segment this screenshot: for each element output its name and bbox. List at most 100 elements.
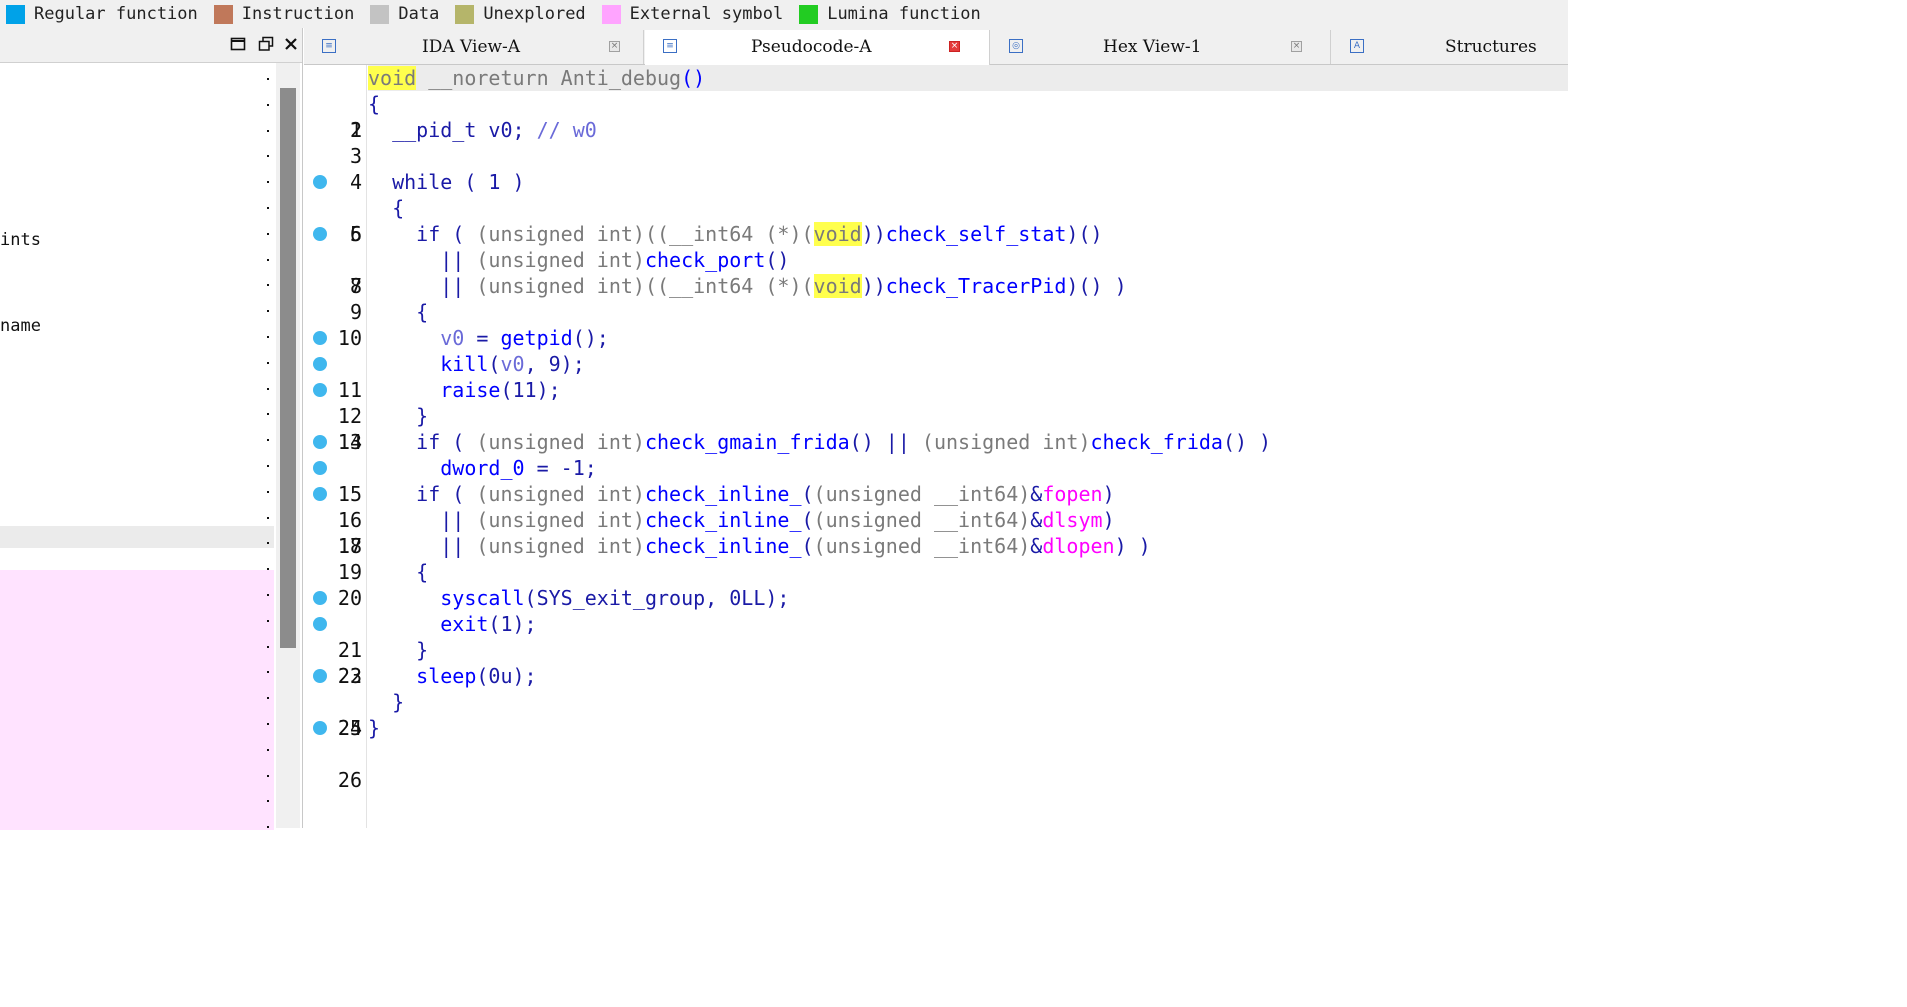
code-text[interactable]: || (unsigned int)check_port() bbox=[368, 247, 789, 273]
tab-close-icon[interactable]: × bbox=[949, 41, 960, 52]
pseudocode-editor[interactable]: 1 void __noreturn Anti_debug() 2 { 3 __p… bbox=[304, 65, 1568, 828]
legend-label: External symbol bbox=[629, 4, 784, 24]
code-line[interactable]: 9 || (unsigned int)((__int64 (*)(void))c… bbox=[304, 273, 1568, 324]
selected-row-highlight[interactable] bbox=[0, 526, 274, 548]
tab-hex-view-1[interactable]: ◎ Hex View-1 × bbox=[991, 30, 1331, 64]
code-line[interactable]: 11 v0 = getpid(); bbox=[304, 325, 1568, 402]
code-text[interactable]: __pid_t v0; // w0 bbox=[368, 117, 597, 143]
breakpoint-dot-icon[interactable] bbox=[313, 175, 327, 189]
code-line[interactable]: 4 bbox=[304, 143, 1568, 194]
breakpoint-dot-icon[interactable] bbox=[313, 357, 327, 371]
code-token: () || bbox=[849, 430, 922, 454]
code-line[interactable]: 1 void __noreturn Anti_debug() bbox=[304, 65, 1568, 142]
function-call: check_gmain_frida bbox=[644, 430, 850, 454]
function-call: raise bbox=[440, 378, 501, 402]
code-line[interactable]: 5 while ( 1 ) bbox=[304, 169, 1568, 246]
breakpoint-dot-icon[interactable] bbox=[313, 435, 327, 449]
code-text[interactable]: v0 = getpid(); bbox=[368, 325, 609, 351]
code-line[interactable]: 26 } bbox=[304, 715, 1568, 792]
breakpoint-dot-icon[interactable] bbox=[313, 669, 327, 683]
breakpoint-dot-icon[interactable] bbox=[313, 721, 327, 735]
tab-close-icon[interactable]: × bbox=[1291, 41, 1302, 52]
code-text[interactable]: { bbox=[368, 195, 404, 221]
code-line[interactable]: 14 } bbox=[304, 403, 1568, 454]
truncation-dot bbox=[267, 542, 269, 545]
code-line[interactable]: 17 if ( (unsigned int)check_inline_((uns… bbox=[304, 481, 1568, 558]
truncation-dot bbox=[267, 619, 269, 622]
breakpoint-dot-icon[interactable] bbox=[313, 383, 327, 397]
code-text[interactable]: if ( (unsigned int)((__int64 (*)(void))c… bbox=[368, 221, 1103, 247]
truncation-dot bbox=[267, 697, 269, 700]
code-line[interactable]: 13 raise(11); bbox=[304, 377, 1568, 454]
code-text[interactable]: if ( (unsigned int)check_inline_((unsign… bbox=[368, 481, 1114, 507]
code-text[interactable]: { bbox=[368, 299, 428, 325]
breakpoint-dot-icon[interactable] bbox=[313, 227, 327, 241]
pseudocode-icon: ≡ bbox=[663, 39, 677, 53]
truncation-dot bbox=[267, 181, 269, 184]
code-text[interactable]: while ( 1 ) bbox=[368, 169, 524, 195]
code-text[interactable]: } bbox=[368, 715, 380, 741]
breakpoint-dot-icon[interactable] bbox=[313, 487, 327, 501]
code-line[interactable]: 21 syscall(SYS_exit_group, 0LL); bbox=[304, 585, 1568, 662]
code-line[interactable]: 12 kill(v0, 9); bbox=[304, 351, 1568, 428]
list-item[interactable]: ints bbox=[0, 230, 274, 252]
function-call: exit bbox=[440, 612, 489, 636]
code-line[interactable]: 19 || (unsigned int)check_inline_((unsig… bbox=[304, 533, 1568, 584]
legend-label: Unexplored bbox=[483, 4, 586, 24]
code-text[interactable]: sleep(0u); bbox=[368, 663, 536, 689]
code-token: if ( bbox=[368, 482, 477, 506]
code-line[interactable]: 24 sleep(0u); bbox=[304, 663, 1568, 740]
code-line[interactable]: 23 } bbox=[304, 637, 1568, 688]
close-icon[interactable] bbox=[281, 34, 301, 54]
code-text[interactable]: raise(11); bbox=[368, 377, 560, 403]
code-line[interactable]: 3 __pid_t v0; // w0 bbox=[304, 117, 1568, 168]
code-text[interactable]: { bbox=[368, 559, 428, 585]
breakpoint-dot-icon[interactable] bbox=[313, 591, 327, 605]
code-text[interactable]: if ( (unsigned int)check_gmain_frida() |… bbox=[368, 429, 1271, 455]
code-token: if ( bbox=[368, 222, 477, 246]
tab-close-icon[interactable]: × bbox=[609, 41, 620, 52]
code-text[interactable]: void __noreturn Anti_debug() bbox=[368, 65, 705, 91]
code-token: ( bbox=[801, 508, 814, 532]
code-text[interactable]: syscall(SYS_exit_group, 0LL); bbox=[368, 585, 789, 611]
code-text[interactable]: || (unsigned int)check_inline_((unsigned… bbox=[368, 507, 1114, 533]
cast-token: (unsigned int) bbox=[476, 482, 645, 506]
scrollbar-thumb[interactable] bbox=[280, 88, 296, 648]
code-line[interactable]: 16 dword_0 = -1; bbox=[304, 455, 1568, 532]
code-line[interactable]: 25 } bbox=[304, 689, 1568, 740]
float-icon[interactable] bbox=[256, 34, 276, 54]
code-text[interactable]: dword_0 = -1; bbox=[368, 455, 597, 481]
code-line[interactable]: 2 { bbox=[304, 91, 1568, 142]
code-text[interactable]: exit(1); bbox=[368, 611, 536, 637]
code-line[interactable]: 6 { bbox=[304, 195, 1568, 246]
tab-ida-view-a[interactable]: ≡ IDA View-A × bbox=[304, 30, 644, 64]
code-token: ( bbox=[801, 534, 814, 558]
code-line[interactable]: 22 exit(1); bbox=[304, 611, 1568, 688]
code-line[interactable]: 18 || (unsigned int)check_inline_((unsig… bbox=[304, 507, 1568, 558]
code-line[interactable]: 10 { bbox=[304, 299, 1568, 350]
code-line[interactable]: 7 if ( (unsigned int)((__int64 (*)(void)… bbox=[304, 221, 1568, 298]
code-text[interactable]: || (unsigned int)check_inline_((unsigned… bbox=[368, 533, 1150, 559]
truncation-dot bbox=[267, 645, 269, 648]
function-call: check_inline_ bbox=[644, 534, 802, 558]
code-line[interactable]: 15 if ( (unsigned int)check_gmain_frida(… bbox=[304, 429, 1568, 506]
code-text[interactable]: } bbox=[368, 637, 428, 663]
code-text[interactable]: { bbox=[368, 91, 380, 117]
code-text[interactable]: } bbox=[368, 403, 428, 429]
maximize-icon[interactable] bbox=[228, 34, 248, 54]
code-line[interactable]: 8 || (unsigned int)check_port() bbox=[304, 247, 1568, 298]
truncation-dot bbox=[267, 232, 269, 235]
breakpoint-dot-icon[interactable] bbox=[313, 617, 327, 631]
breakpoint-dot-icon[interactable] bbox=[313, 461, 327, 475]
color-legend: Regular function Instruction Data Unexpl… bbox=[0, 0, 1568, 28]
code-text[interactable]: } bbox=[368, 689, 404, 715]
code-text[interactable]: kill(v0, 9); bbox=[368, 351, 585, 377]
breakpoint-dot-icon[interactable] bbox=[313, 331, 327, 345]
code-text[interactable]: || (unsigned int)((__int64 (*)(void))che… bbox=[368, 273, 1127, 299]
list-item[interactable]: name bbox=[0, 316, 274, 338]
tab-structures[interactable]: A Structures bbox=[1332, 30, 1568, 64]
code-token: = -1; bbox=[524, 456, 597, 480]
code-line[interactable]: 20 { bbox=[304, 559, 1568, 610]
tab-pseudocode-a[interactable]: ≡ Pseudocode-A × bbox=[645, 30, 990, 65]
